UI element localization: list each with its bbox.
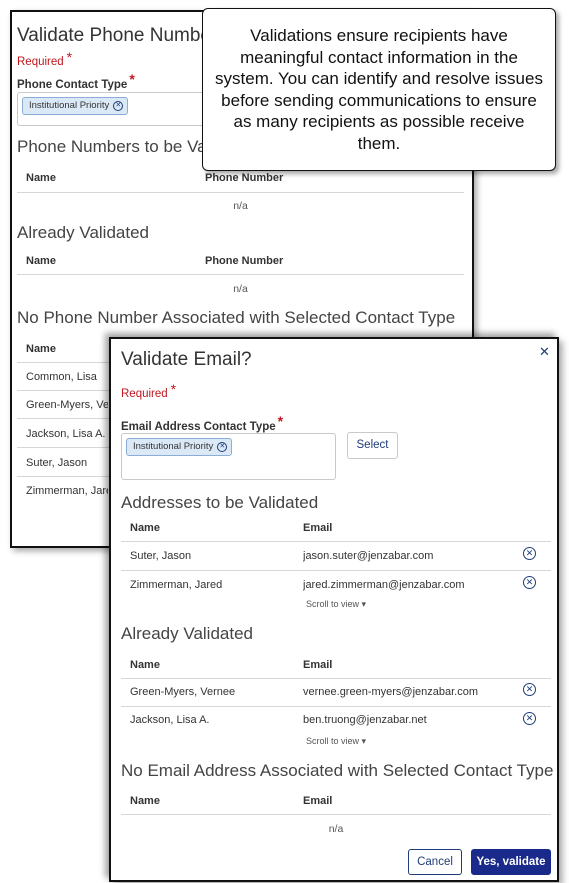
row-name: Suter, Jason [130, 550, 192, 562]
phone-required-text: Required [17, 56, 64, 68]
email-none-empty: n/a [328, 823, 344, 835]
callout-text: Validations ensure recipients have meani… [215, 26, 543, 153]
phone-already-title: Already Validated [17, 223, 149, 242]
phone-contact-type-label: Phone Contact Type * [17, 71, 135, 91]
phone-chip-label: Institutional Priority [29, 100, 110, 111]
email-col-email: Email [303, 659, 333, 671]
email-required-text: Required [121, 388, 168, 400]
divider [121, 570, 551, 571]
phone-none-title: No Phone Number Associated with Selected… [17, 308, 456, 327]
scroll-hint-text: Scroll to view [306, 736, 360, 746]
row-email: jason.suter@jenzabar.com [303, 550, 434, 562]
phone-contact-type-chip[interactable]: Institutional Priority ✕ [22, 97, 129, 115]
table-row: Common, Lisa [26, 371, 97, 383]
validate-email-dialog: Validate Email? ✕ Required * Email Addres… [109, 337, 559, 882]
divider [121, 706, 551, 707]
table-row: Green-Myers, Vernee [26, 399, 108, 411]
divider [17, 362, 112, 363]
phone-col-phone: Phone Number [205, 172, 284, 184]
remove-circle-icon[interactable]: ✕ [523, 547, 536, 560]
close-icon[interactable]: ✕ [539, 344, 550, 360]
divider [121, 678, 551, 679]
phone-already-empty: n/a [233, 283, 248, 295]
email-none-title: No Email Address Associated with Selecte… [121, 761, 554, 780]
email-col-email: Email [303, 795, 333, 807]
remove-circle-icon[interactable]: ✕ [523, 712, 536, 725]
table-row: Suter, Jason [26, 457, 88, 469]
scroll-hint-text: Scroll to view [306, 599, 360, 609]
email-to-validate-title: Addresses to be Validated [121, 493, 319, 512]
divider [17, 274, 464, 275]
row-name: Zimmerman, Jared [130, 579, 223, 591]
email-contact-type-label: Email Address Contact Type * [121, 413, 284, 433]
select-button[interactable]: Select [347, 432, 398, 459]
row-email: ben.truong@jenzabar.net [303, 714, 427, 726]
email-col-name: Name [130, 522, 160, 534]
divider [17, 192, 464, 193]
email-dialog-title: Validate Email? [121, 349, 252, 370]
phone-contact-type-picker[interactable]: Institutional Priority ✕ [17, 92, 232, 126]
phone-col-name: Name [26, 343, 56, 355]
remove-chip-icon[interactable]: ✕ [217, 442, 228, 452]
table-row: Jackson, Lisa A. [26, 428, 106, 440]
email-col-email: Email [303, 522, 333, 534]
row-name: Jackson, Lisa A. [130, 714, 210, 726]
caret-down-icon: ▾ [361, 599, 367, 609]
yes-validate-button[interactable]: Yes, validate [471, 849, 551, 875]
scroll-hint[interactable]: Scroll to view ▾ [306, 736, 366, 747]
phone-col-phone: Phone Number [205, 255, 284, 267]
divider [121, 541, 551, 542]
info-callout: Validations ensure recipients have meani… [202, 8, 556, 171]
divider [17, 390, 112, 391]
phone-col-name: Name [26, 255, 56, 267]
remove-chip-icon[interactable]: ✕ [113, 101, 124, 111]
table-row: Zimmerman, Jared [26, 485, 108, 497]
email-required-label: Required * [121, 381, 177, 400]
email-col-name: Name [130, 795, 160, 807]
email-col-name: Name [130, 659, 160, 671]
remove-circle-icon[interactable]: ✕ [523, 576, 536, 589]
phone-col-name: Name [26, 172, 56, 184]
divider [17, 476, 112, 477]
email-chip-label: Institutional Priority [133, 441, 214, 452]
email-contact-type-text: Email Address Contact Type [121, 421, 276, 433]
email-contact-type-picker[interactable]: Institutional Priority ✕ [121, 433, 336, 480]
scroll-hint[interactable]: Scroll to view ▾ [306, 599, 366, 610]
email-contact-type-chip[interactable]: Institutional Priority ✕ [126, 438, 233, 456]
row-name: Green-Myers, Vernee [130, 686, 236, 698]
caret-down-icon: ▾ [361, 736, 367, 746]
row-email: vernee.green-myers@jenzabar.com [303, 686, 479, 698]
row-email: jared.zimmerman@jenzabar.com [303, 579, 465, 591]
cancel-button[interactable]: Cancel [408, 849, 462, 875]
phone-required-label: Required * [17, 49, 73, 68]
phone-contact-type-text: Phone Contact Type [17, 79, 128, 91]
divider [17, 418, 112, 419]
divider [121, 814, 551, 815]
divider [17, 447, 112, 448]
phone-to-validate-empty: n/a [233, 200, 248, 212]
email-already-title: Already Validated [121, 624, 253, 643]
remove-circle-icon[interactable]: ✕ [523, 683, 536, 696]
